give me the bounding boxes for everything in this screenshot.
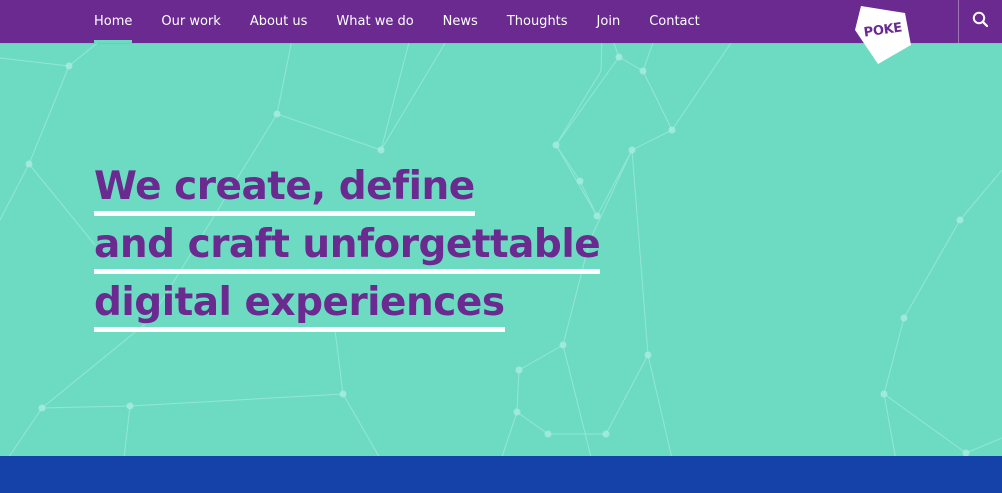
nav-item-thoughts[interactable]: Thoughts bbox=[507, 0, 568, 43]
top-navigation-bar: Home Our work About us What we do News T… bbox=[0, 0, 1002, 43]
poke-logo[interactable]: POKE bbox=[855, 6, 911, 64]
nav-item-join[interactable]: Join bbox=[597, 0, 621, 43]
homepage: Home Our work About us What we do News T… bbox=[0, 0, 1002, 493]
hero-line-2-text: and craft unforgettable bbox=[94, 222, 601, 274]
nav-item-news[interactable]: News bbox=[443, 0, 478, 43]
search-button[interactable] bbox=[958, 0, 1002, 43]
hero-line-1-text: We create, define bbox=[94, 164, 475, 216]
hero-headline: We create, define and craft unforgettabl… bbox=[94, 158, 601, 332]
main-navigation: Home Our work About us What we do News T… bbox=[94, 0, 729, 43]
nav-item-home[interactable]: Home bbox=[94, 0, 133, 43]
nav-item-what-we-do[interactable]: What we do bbox=[336, 0, 413, 43]
hero-line-3-text: digital experiences bbox=[94, 280, 505, 332]
nav-item-about-us[interactable]: About us bbox=[250, 0, 308, 43]
search-icon bbox=[972, 11, 989, 32]
nav-item-our-work[interactable]: Our work bbox=[161, 0, 220, 43]
hero-line-2: and craft unforgettable bbox=[94, 216, 601, 274]
hero-line-3: digital experiences bbox=[94, 274, 600, 332]
nav-item-contact[interactable]: Contact bbox=[649, 0, 700, 43]
next-section-band bbox=[0, 456, 1002, 493]
hero-line-1: We create, define bbox=[94, 158, 600, 216]
